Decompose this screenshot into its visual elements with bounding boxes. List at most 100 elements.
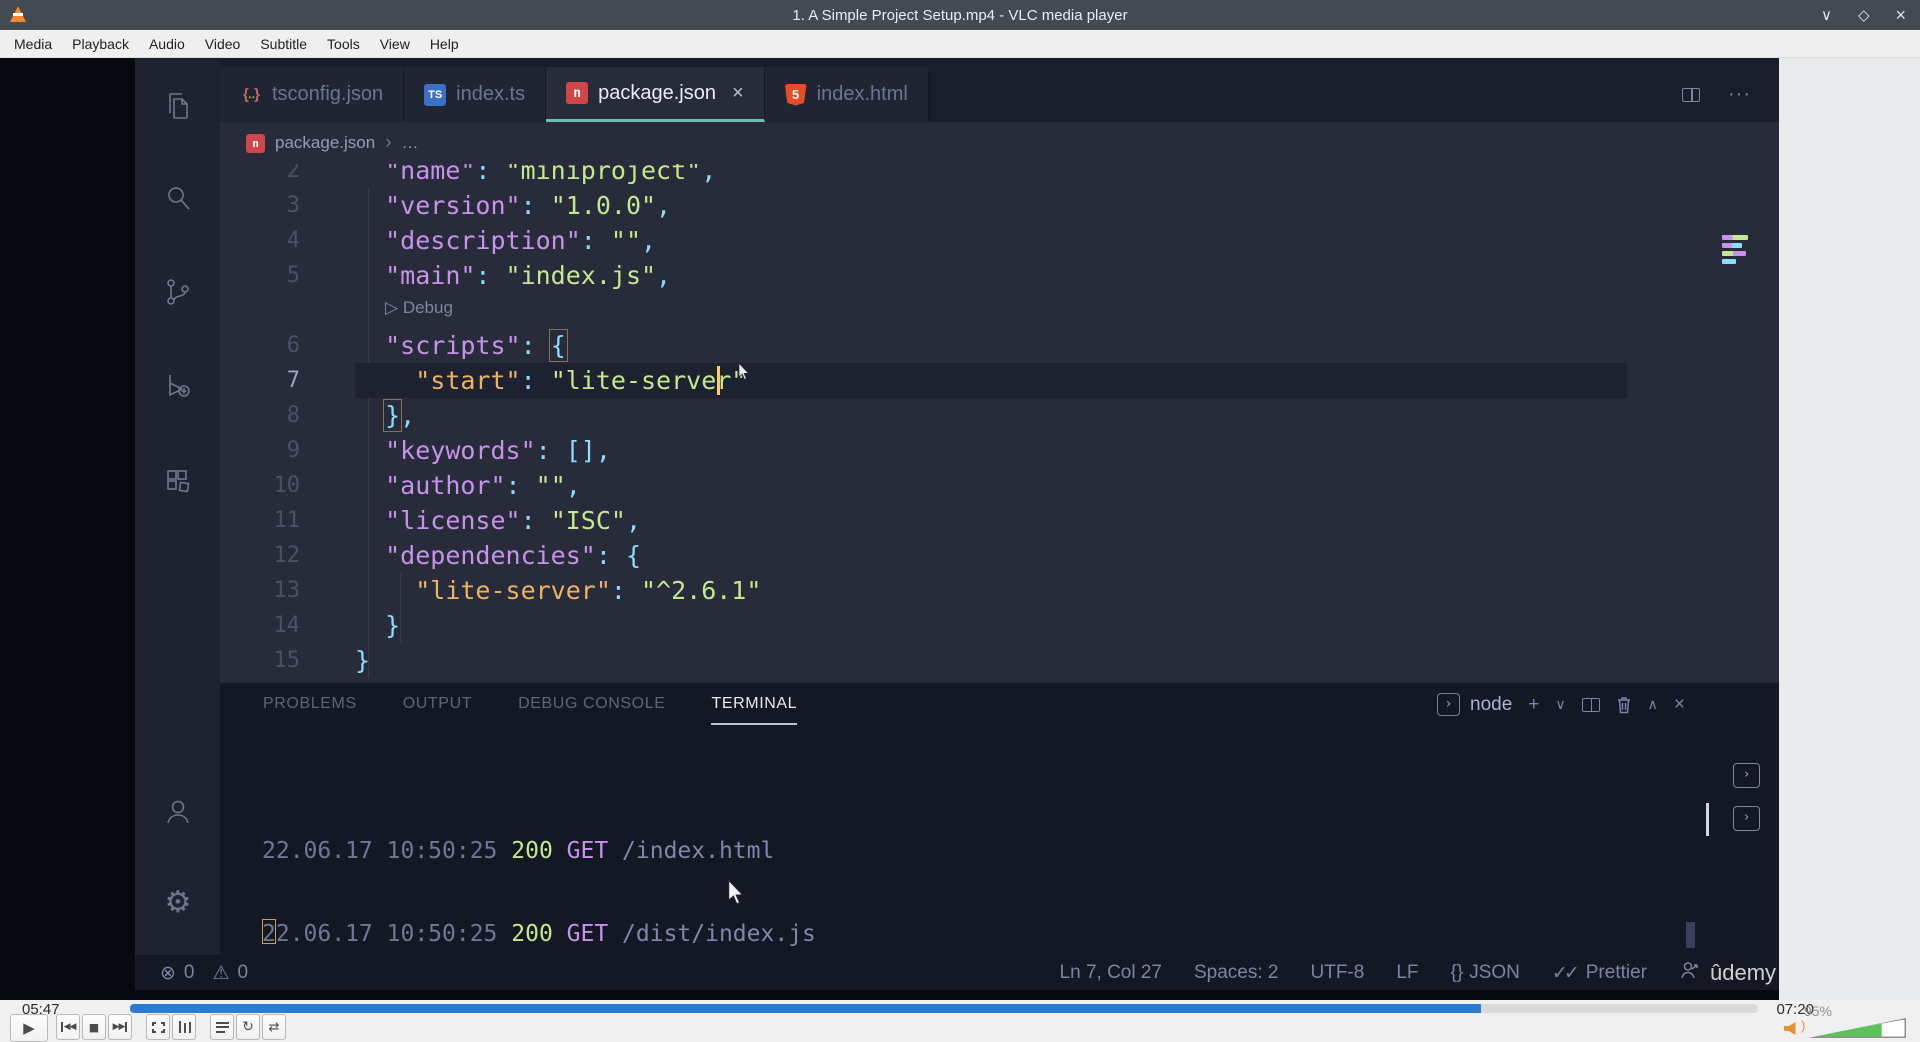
maximize-panel-icon[interactable]: ∧ (1648, 696, 1658, 713)
run-debug-icon[interactable] (162, 369, 194, 401)
formatter-status[interactable]: ✓✓ Prettier (1552, 962, 1647, 984)
search-icon[interactable] (162, 182, 194, 214)
menu-audio[interactable]: Audio (139, 30, 195, 58)
code-line: 13 "lite-server": "^2.6.1" (273, 576, 762, 605)
account-icon[interactable] (162, 796, 194, 828)
terminal-cursor (262, 919, 276, 944)
terminal-dropdown-icon[interactable]: ∨ (1555, 696, 1565, 713)
playlist-button[interactable] (210, 1014, 234, 1040)
mouse-cursor (727, 880, 745, 906)
code-editor[interactable]: 2 "name": "miniproject", 3 "version": "1… (220, 122, 1779, 682)
stop-button[interactable]: ■ (82, 1014, 106, 1040)
indentation[interactable]: Spaces: 2 (1194, 962, 1279, 984)
editor-tabbar: {‥} tsconfig.json TS index.ts n package.… (220, 67, 1779, 122)
code-line: 3 "version": "1.0.0", (286, 191, 672, 220)
close-panel-icon[interactable]: × (1674, 694, 1685, 716)
window-title: 1. A Simple Project Setup.mp4 - VLC medi… (792, 6, 1128, 24)
code-line: 15} (273, 646, 371, 675)
tab-close-icon[interactable]: × (732, 82, 744, 105)
kill-terminal-icon[interactable] (1616, 696, 1632, 714)
extensions-icon[interactable] (162, 464, 194, 496)
tab-debug-console[interactable]: DEBUG CONSOLE (518, 695, 665, 725)
code-line: 10 "author": "", (273, 471, 581, 500)
npm-icon: n (566, 82, 589, 104)
eol-sequence[interactable]: LF (1396, 962, 1418, 984)
vlc-logo-icon (10, 6, 26, 22)
braces-icon: {} (1450, 961, 1464, 983)
code-line: 9 "keywords": [], (286, 436, 611, 465)
html5-icon: 5 (784, 83, 807, 106)
close-button[interactable]: × (1895, 5, 1906, 26)
video-frame[interactable]: ⚙ {‥} tsconfig.json TS index.ts n packag… (0, 58, 1920, 1000)
maximize-button[interactable]: ◇ (1858, 6, 1870, 24)
npm-icon: n (246, 133, 265, 153)
menu-video[interactable]: Video (195, 30, 251, 58)
terminal-shell-icon: › (1437, 693, 1460, 716)
feedback-person-icon[interactable] (1679, 960, 1699, 986)
cursor-position[interactable]: Ln 7, Col 27 (1060, 962, 1162, 984)
terminal-scrollbar[interactable] (1686, 922, 1695, 948)
menu-tools[interactable]: Tools (317, 30, 370, 58)
menu-subtitle[interactable]: Subtitle (250, 30, 317, 58)
terminal-instance-item[interactable]: › (1733, 806, 1760, 831)
terminal-shell-name[interactable]: node (1470, 694, 1512, 716)
more-actions-icon[interactable]: ··· (1728, 83, 1751, 106)
vlc-background (1779, 58, 1920, 1000)
minimize-button[interactable]: ∨ (1821, 6, 1832, 24)
menu-view[interactable]: View (370, 30, 420, 58)
tab-index-html[interactable]: 5 index.html (764, 67, 929, 122)
warnings-icon[interactable]: ⚠ (213, 962, 230, 984)
breadcrumb[interactable]: n package.json › … (220, 122, 1779, 164)
split-terminal-icon[interactable] (1581, 697, 1600, 712)
chevron-right-icon: › (385, 132, 392, 153)
extended-settings-button[interactable] (172, 1014, 196, 1040)
errors-count[interactable]: 0 (184, 962, 195, 984)
shuffle-button[interactable]: ⇄ (262, 1014, 286, 1040)
seek-progress (130, 1004, 1482, 1013)
tab-package-json[interactable]: n package.json × (546, 67, 765, 122)
code-line: 12 "dependencies": { (273, 541, 642, 570)
menubar: Media Playback Audio Video Subtitle Tool… (0, 30, 1920, 58)
tab-tsconfig-json[interactable]: {‥} tsconfig.json (220, 67, 405, 122)
code-line: 8 }, (286, 399, 416, 432)
titlebar: 1. A Simple Project Setup.mp4 - VLC medi… (0, 0, 1920, 30)
tab-index-ts[interactable]: TS index.ts (404, 67, 547, 122)
json-braces-icon: {‥} (242, 86, 260, 103)
code-line-active: 7 "start": "lite-server" (220, 363, 1779, 398)
double-check-icon: ✓✓ (1551, 961, 1580, 984)
terminal-line: 22.06.17 10:50:25 200 GET /index.html (262, 838, 775, 865)
volume-percent: 95% (1803, 1003, 1832, 1019)
active-terminal-indicator (1706, 803, 1709, 836)
source-control-icon[interactable] (162, 276, 194, 308)
settings-gear-icon[interactable]: ⚙ (162, 887, 194, 919)
play-button[interactable]: ▶ (10, 1014, 48, 1042)
bottom-panel: PROBLEMS OUTPUT DEBUG CONSOLE TERMINAL ›… (220, 682, 1779, 955)
code-line: 6 "scripts": { (286, 329, 568, 362)
menu-playback[interactable]: Playback (62, 30, 139, 58)
loop-button[interactable]: ↻ (236, 1014, 260, 1040)
typescript-icon: TS (424, 83, 447, 106)
tab-problems[interactable]: PROBLEMS (263, 695, 357, 725)
code-line: 11 "license": "ISC", (273, 506, 642, 535)
language-mode[interactable]: {} JSON (1451, 962, 1520, 984)
explorer-icon[interactable] (162, 90, 194, 122)
codelens-debug[interactable]: ▷ Debug (385, 293, 453, 328)
fullscreen-button[interactable] (146, 1014, 170, 1040)
next-button[interactable]: ▶▶ (108, 1014, 132, 1040)
tab-output[interactable]: OUTPUT (403, 695, 472, 725)
minimap[interactable] (1722, 235, 1752, 279)
menu-help[interactable]: Help (420, 30, 469, 58)
previous-button[interactable]: ◀◀ (56, 1014, 80, 1040)
seek-bar[interactable] (130, 1004, 1758, 1013)
mouse-cursor (738, 363, 750, 381)
split-editor-icon[interactable] (1682, 87, 1701, 102)
new-terminal-icon[interactable]: + (1528, 694, 1539, 716)
encoding[interactable]: UTF-8 (1311, 962, 1365, 984)
menu-media[interactable]: Media (4, 30, 62, 58)
code-line: 5 "main": "index.js", (286, 261, 672, 290)
warnings-count[interactable]: 0 (238, 962, 249, 984)
errors-icon[interactable]: ⊗ (160, 962, 176, 984)
terminal-instance-item[interactable]: › (1733, 763, 1760, 788)
text-cursor (717, 366, 720, 395)
tab-terminal[interactable]: TERMINAL (711, 695, 798, 725)
